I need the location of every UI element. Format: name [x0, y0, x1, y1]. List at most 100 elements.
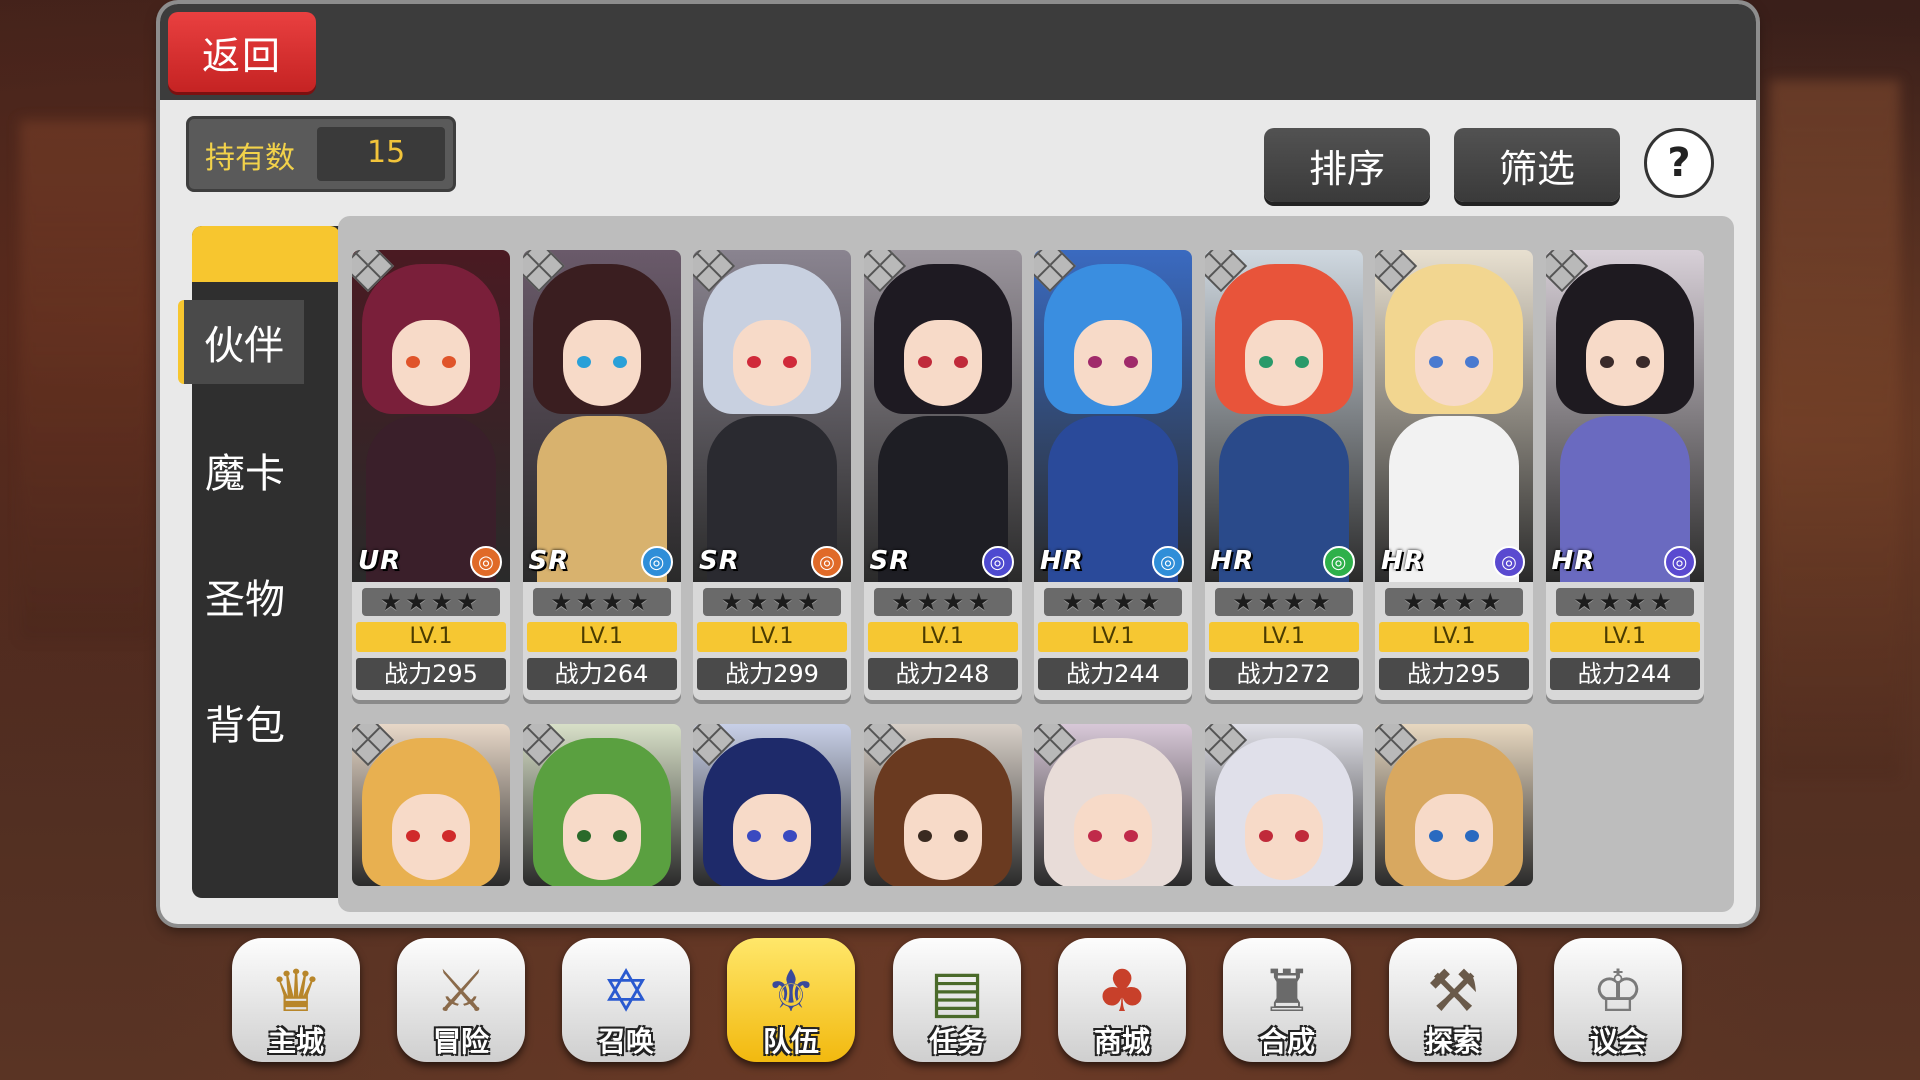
card-info: ★★★★ LV.1 战力272	[1204, 582, 1363, 700]
star-rating: ★★★★	[362, 588, 500, 616]
level-label: LV.1	[1549, 622, 1700, 652]
nav-button[interactable]: ▤ 任务	[893, 938, 1021, 1062]
nav-label: 探索	[1424, 1025, 1481, 1058]
sort-button[interactable]: 排序	[1264, 128, 1430, 202]
nav-label: 任务	[928, 1025, 985, 1058]
portrait-eye	[576, 830, 591, 842]
character-portrait	[693, 250, 851, 582]
card-frame-ornament	[1204, 724, 1247, 767]
tab-magic-cards[interactable]: 魔卡	[182, 428, 308, 512]
card-frame-ornament	[1034, 724, 1077, 767]
card-frame-ornament	[863, 250, 906, 293]
character-portrait	[1375, 250, 1533, 582]
portrait-face	[392, 794, 470, 880]
portrait-face	[1415, 794, 1493, 880]
character-portrait	[1034, 250, 1192, 582]
character-portrait	[352, 724, 510, 886]
nav-button[interactable]: ♜ 合成	[1223, 938, 1351, 1062]
character-grid: UR ◎ ★★★★ LV.1 战力295 SR ◎ ★★★★ LV.1 战力264 SR ◎ ★★★★ L…	[338, 216, 1734, 912]
power-label: 战力299	[697, 658, 847, 690]
back-button[interactable]: 返回	[168, 12, 316, 92]
rarity-badge: HR	[1040, 546, 1084, 576]
power-label: 战力244	[1549, 658, 1700, 690]
card-info: ★★★★ LV.1 战力264	[522, 582, 681, 700]
background-right	[1770, 80, 1900, 780]
star-rating: ★★★★	[873, 588, 1012, 616]
star-rating-value: ★★★★	[1402, 588, 1506, 616]
star-rating: ★★★★	[1044, 588, 1182, 616]
portrait-eye	[1635, 356, 1650, 368]
portrait-eye	[406, 830, 420, 842]
star-rating: ★★★★	[1214, 588, 1353, 616]
portrait-eye	[1088, 356, 1102, 368]
portrait-face	[1074, 794, 1152, 880]
character-portrait	[863, 250, 1022, 582]
card-frame-ornament	[522, 250, 565, 293]
star-rating: ★★★★	[1385, 588, 1523, 616]
portrait-eye	[442, 830, 456, 842]
card-frame-ornament	[863, 724, 906, 767]
rarity-badge: HR	[1210, 546, 1255, 576]
rarity-badge: SR	[528, 546, 570, 576]
card-frame-ornament	[693, 724, 736, 767]
character-portrait	[693, 724, 851, 886]
character-portrait	[1545, 250, 1704, 582]
filter-button[interactable]: 筛选	[1454, 128, 1620, 202]
star-rating-value: ★★★★	[720, 588, 824, 616]
nav-button[interactable]: ⚜ 队伍	[727, 938, 855, 1062]
nav-button[interactable]: ✡ 召唤	[562, 938, 690, 1062]
card-info: ★★★★ LV.1 战力299	[693, 582, 851, 700]
tab-bag[interactable]: 背包	[182, 680, 308, 764]
tab-relics[interactable]: 圣物	[182, 554, 308, 638]
portrait-face	[1415, 320, 1493, 406]
power-label: 战力244	[1038, 658, 1188, 690]
level-label: LV.1	[356, 622, 506, 652]
portrait-eye	[1088, 830, 1102, 842]
portrait-eye	[1124, 830, 1138, 842]
star-rating: ★★★★	[532, 588, 671, 616]
character-portrait	[352, 250, 510, 582]
level-label: LV.1	[1379, 622, 1529, 652]
council-crest-icon: ♔	[1592, 957, 1644, 1025]
nav-label: 主城	[267, 1025, 324, 1058]
nav-button[interactable]: ♣ 商城	[1058, 938, 1186, 1062]
nav-label: 商城	[1093, 1025, 1150, 1058]
fire-icon: ◎	[811, 546, 843, 578]
power-label: 战力272	[1208, 658, 1359, 690]
level-label: LV.1	[1208, 622, 1359, 652]
card-info: ★★★★ LV.1 战力248	[863, 582, 1022, 700]
star-rating-value: ★★★★	[550, 588, 653, 616]
background-left	[20, 120, 150, 640]
nav-button[interactable]: ♛ 主城	[232, 938, 360, 1062]
crown-icon: ♛	[270, 957, 322, 1025]
portrait-face	[733, 320, 811, 406]
portrait-eye	[1429, 830, 1443, 842]
power-label: 战力295	[356, 658, 506, 690]
sidebar-header	[192, 226, 340, 282]
nav-button[interactable]: ⚒ 探索	[1389, 938, 1517, 1062]
portrait-eye	[953, 356, 968, 368]
nav-button[interactable]: ♔ 议会	[1554, 938, 1682, 1062]
card-frame-ornament	[1375, 724, 1418, 767]
portrait-eye	[1294, 830, 1309, 842]
character-portrait	[1204, 250, 1363, 582]
card-info: ★★★★ LV.1 战力244	[1034, 582, 1192, 700]
tab-partners[interactable]: 伙伴	[178, 300, 304, 384]
fountain-icon: ♜	[1261, 957, 1313, 1025]
portrait-eye	[442, 356, 456, 368]
portrait-eye	[783, 830, 797, 842]
dark-icon: ◎	[1663, 546, 1696, 578]
summon-card-icon: ✡	[601, 957, 651, 1025]
card-frame-ornament	[1375, 250, 1418, 293]
star-rating-value: ★★★★	[1232, 588, 1335, 616]
character-portrait	[863, 724, 1022, 886]
help-button[interactable]: ?	[1644, 128, 1714, 198]
portrait-face	[903, 320, 982, 406]
rarity-badge: HR	[1551, 546, 1596, 576]
nav-label: 合成	[1258, 1025, 1315, 1058]
portrait-eye	[1258, 830, 1273, 842]
portrait-eye	[1465, 356, 1479, 368]
character-portrait	[1204, 724, 1363, 886]
power-label: 战力264	[526, 658, 677, 690]
nav-button[interactable]: ⚔ 冒险	[397, 938, 525, 1062]
